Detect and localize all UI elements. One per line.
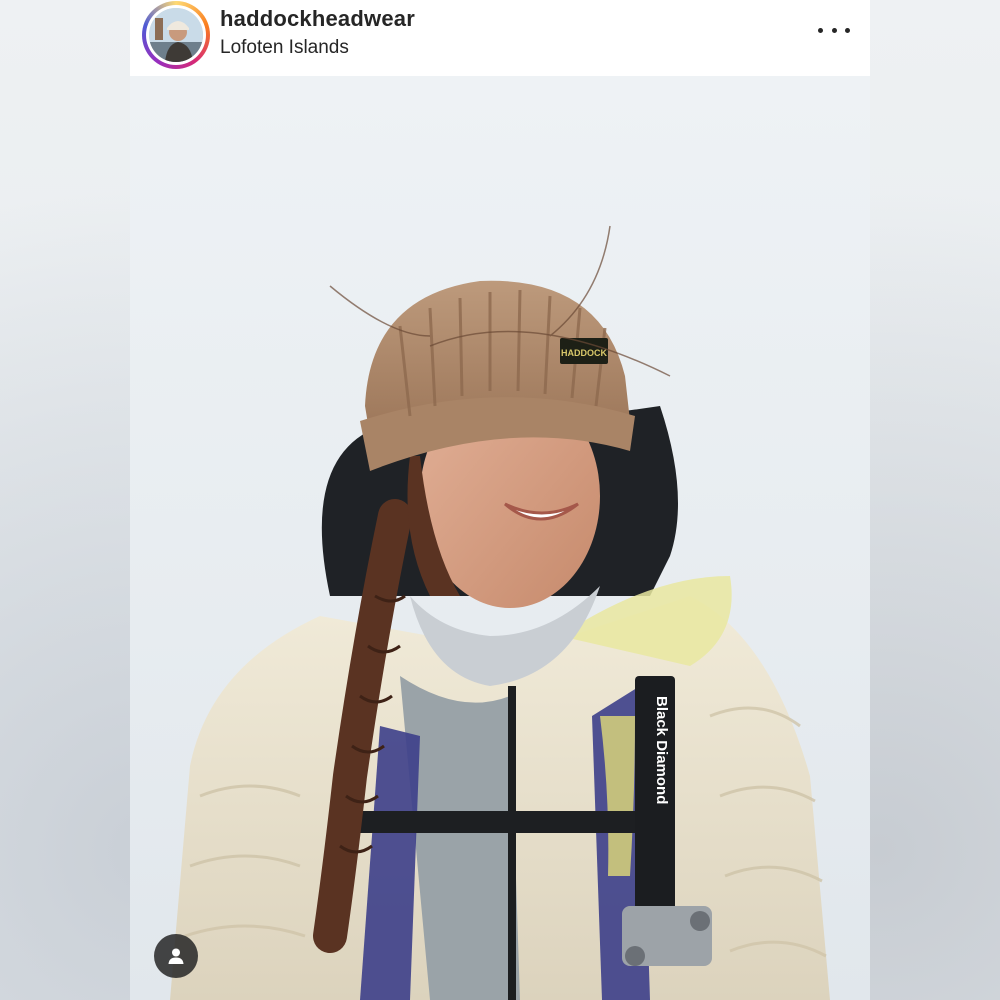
post-photo[interactable]: Black Diamond HADDOCK bbox=[130, 76, 870, 1000]
dot bbox=[845, 27, 850, 33]
story-ring[interactable] bbox=[142, 1, 210, 69]
dot bbox=[818, 27, 823, 33]
avatar bbox=[149, 8, 203, 62]
post-header: haddockheadwear Lofoten Islands bbox=[130, 0, 870, 76]
avatar-photo bbox=[149, 8, 203, 62]
post-location[interactable]: Lofoten Islands bbox=[220, 37, 349, 59]
sternum-strap bbox=[360, 811, 660, 833]
dot bbox=[831, 27, 837, 33]
portrait-illustration: Black Diamond HADDOCK bbox=[170, 225, 830, 1000]
strap-logo-text: Black Diamond bbox=[653, 696, 670, 804]
beanie-label-text: HADDOCK bbox=[561, 348, 607, 358]
post-username[interactable]: haddockheadwear bbox=[220, 6, 415, 32]
instagram-post: haddockheadwear Lofoten Islands Black Di… bbox=[130, 0, 870, 1000]
more-options-icon[interactable] bbox=[818, 18, 850, 42]
avatar-frame bbox=[146, 5, 206, 65]
user-tag-icon bbox=[168, 948, 184, 964]
tagged-user-button[interactable] bbox=[154, 934, 198, 978]
